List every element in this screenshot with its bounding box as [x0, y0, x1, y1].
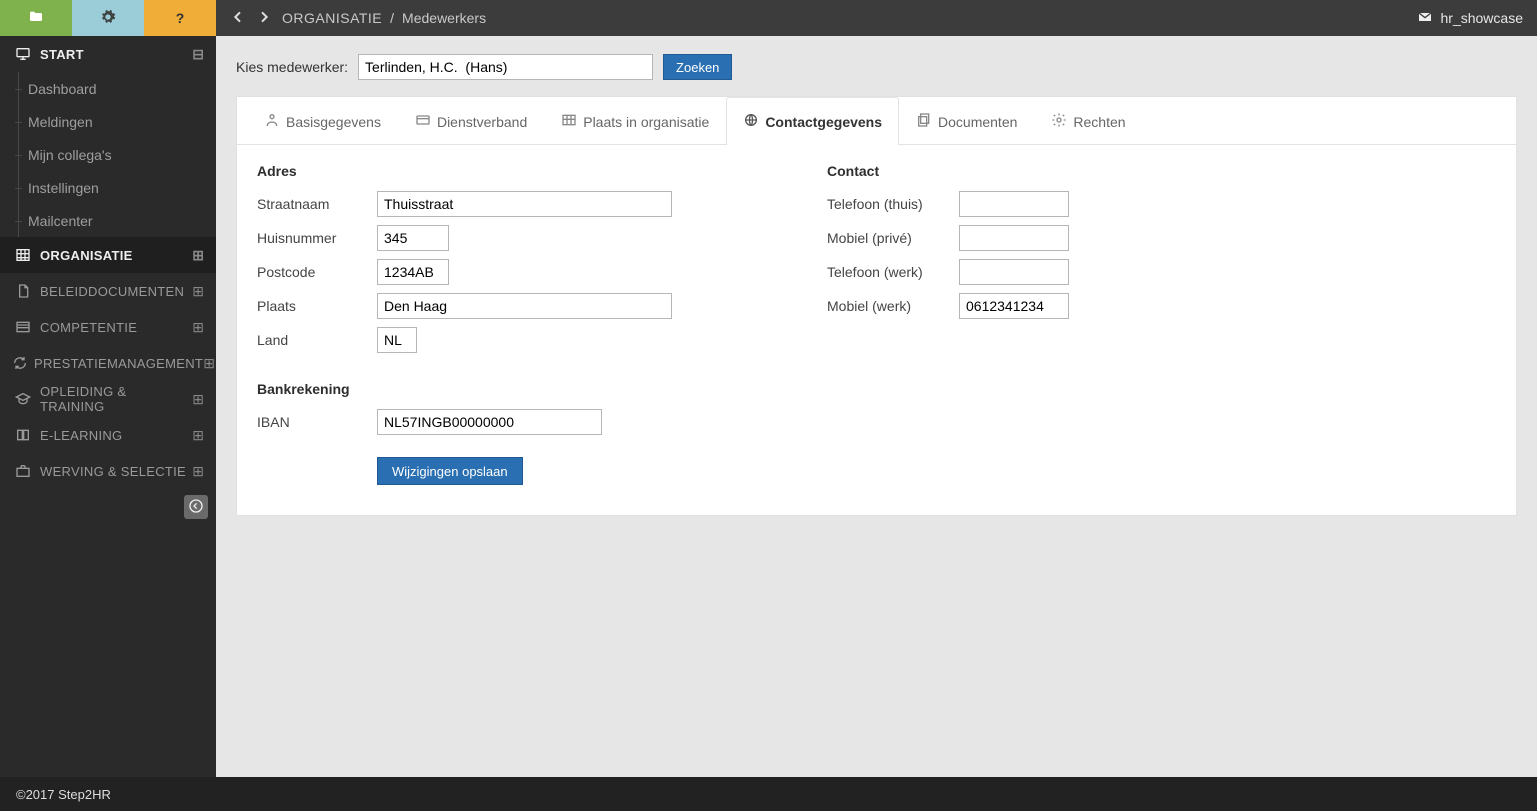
nav-forward-button[interactable] — [256, 9, 272, 28]
nav-sub-meldingen[interactable]: Meldingen — [0, 105, 216, 138]
copy-icon — [916, 112, 932, 131]
input-mobile-priv[interactable] — [959, 225, 1069, 251]
tab-documenten[interactable]: Documenten — [899, 97, 1034, 145]
label-street: Straatnaam — [257, 196, 377, 212]
briefcase-icon — [12, 463, 34, 479]
nav-start-label: START — [40, 47, 192, 62]
sidebar-collapse-button[interactable] — [184, 495, 208, 519]
save-button[interactable]: Wijzigingen opslaan — [377, 457, 523, 485]
employee-search-label: Kies medewerker: — [236, 59, 348, 75]
refresh-icon — [12, 355, 28, 371]
nav-opleiding[interactable]: OPLEIDING & TRAINING ⊞ — [0, 381, 216, 417]
label-phone-home: Telefoon (thuis) — [827, 196, 959, 212]
sidebar: ? START ⊟ Dashboard Meldingen Mijn colle… — [0, 0, 216, 777]
employee-search-row: Kies medewerker: Zoeken — [236, 54, 1517, 80]
label-mobile-work: Mobiel (werk) — [827, 298, 959, 314]
nav-sub-collegas[interactable]: Mijn collega's — [0, 138, 216, 171]
toolbar-settings-button[interactable] — [72, 0, 144, 36]
monitor-icon — [12, 46, 34, 62]
input-street[interactable] — [377, 191, 672, 217]
tab-basisgegevens[interactable]: Basisgegevens — [247, 97, 398, 145]
nav-sub-instellingen[interactable]: Instellingen — [0, 171, 216, 204]
input-country[interactable] — [377, 327, 417, 353]
plus-icon: ⊞ — [192, 247, 204, 264]
toolbar-folder-button[interactable] — [0, 0, 72, 36]
book-icon — [12, 427, 34, 443]
sidebar-top-buttons: ? — [0, 0, 216, 36]
label-mobile-priv: Mobiel (privé) — [827, 230, 959, 246]
breadcrumb: ORGANISATIE / Medewerkers — [282, 10, 486, 26]
gears-icon — [100, 9, 116, 28]
input-city[interactable] — [377, 293, 672, 319]
panel: Basisgegevens Dienstverband Plaats in or… — [236, 96, 1517, 516]
minus-icon: ⊟ — [192, 46, 204, 63]
input-number[interactable] — [377, 225, 449, 251]
plus-icon: ⊞ — [192, 427, 204, 444]
employee-search-input[interactable] — [358, 54, 653, 80]
main: ORGANISATIE / Medewerkers hr_showcase Ki… — [216, 0, 1537, 777]
section-title-contact: Contact — [827, 163, 1267, 179]
username: hr_showcase — [1441, 10, 1524, 26]
graduation-icon — [12, 391, 34, 407]
document-icon — [12, 283, 34, 299]
breadcrumb-1[interactable]: ORGANISATIE — [282, 10, 382, 26]
input-postcode[interactable] — [377, 259, 449, 285]
nav-beleiddocumenten[interactable]: BELEIDDOCUMENTEN ⊞ — [0, 273, 216, 309]
label-postcode: Postcode — [257, 264, 377, 280]
card-icon — [415, 112, 431, 131]
section-title-adres: Adres — [257, 163, 767, 179]
tab-plaats[interactable]: Plaats in organisatie — [544, 97, 726, 145]
nav-competentie[interactable]: COMPETENTIE ⊞ — [0, 309, 216, 345]
nav-werving[interactable]: WERVING & SELECTIE ⊞ — [0, 453, 216, 489]
section-title-bank: Bankrekening — [257, 381, 767, 397]
label-country: Land — [257, 332, 377, 348]
label-phone-work: Telefoon (werk) — [827, 264, 959, 280]
tabs: Basisgegevens Dienstverband Plaats in or… — [237, 97, 1516, 145]
globe-icon — [743, 112, 759, 131]
tab-contactgegevens[interactable]: Contactgegevens — [726, 97, 899, 145]
nav-prestatiemanagement[interactable]: PRESTATIEMANAGEMENT ⊞ — [0, 345, 216, 381]
question-icon: ? — [176, 10, 185, 26]
label-number: Huisnummer — [257, 230, 377, 246]
input-iban[interactable] — [377, 409, 602, 435]
employee-search-button[interactable]: Zoeken — [663, 54, 732, 80]
tab-rechten[interactable]: Rechten — [1034, 97, 1142, 145]
arrow-left-icon — [188, 498, 204, 517]
nav-organisatie[interactable]: ORGANISATIE ⊞ — [0, 237, 216, 273]
gear-icon — [1051, 112, 1067, 131]
label-city: Plaats — [257, 298, 377, 314]
content: Kies medewerker: Zoeken Basisgegevens Di… — [216, 36, 1537, 777]
plus-icon: ⊞ — [192, 391, 204, 408]
breadcrumb-2[interactable]: Medewerkers — [402, 10, 486, 26]
plus-icon: ⊞ — [192, 319, 204, 336]
input-phone-home[interactable] — [959, 191, 1069, 217]
topbar: ORGANISATIE / Medewerkers hr_showcase — [216, 0, 1537, 36]
toolbar-help-button[interactable]: ? — [144, 0, 216, 36]
user-area[interactable]: hr_showcase — [1417, 9, 1524, 28]
footer: ©2017 Step2HR — [0, 777, 1537, 811]
nav: START ⊟ Dashboard Meldingen Mijn collega… — [0, 36, 216, 777]
plus-icon: ⊞ — [192, 283, 204, 300]
mail-icon — [1417, 9, 1433, 28]
person-icon — [264, 112, 280, 131]
label-iban: IBAN — [257, 414, 377, 430]
input-mobile-work[interactable] — [959, 293, 1069, 319]
org-icon — [561, 112, 577, 131]
nav-elearning[interactable]: E-LEARNING ⊞ — [0, 417, 216, 453]
nav-start[interactable]: START ⊟ — [0, 36, 216, 72]
tab-dienstverband[interactable]: Dienstverband — [398, 97, 544, 145]
plus-icon: ⊞ — [192, 463, 204, 480]
input-phone-work[interactable] — [959, 259, 1069, 285]
plus-icon: ⊞ — [203, 355, 215, 372]
list-icon — [12, 319, 34, 335]
nav-back-button[interactable] — [230, 9, 246, 28]
nav-sub-dashboard[interactable]: Dashboard — [0, 72, 216, 105]
breadcrumb-sep: / — [390, 10, 394, 26]
folder-icon — [28, 9, 44, 28]
nav-sub-mailcenter[interactable]: Mailcenter — [0, 204, 216, 237]
grid-icon — [12, 247, 34, 263]
